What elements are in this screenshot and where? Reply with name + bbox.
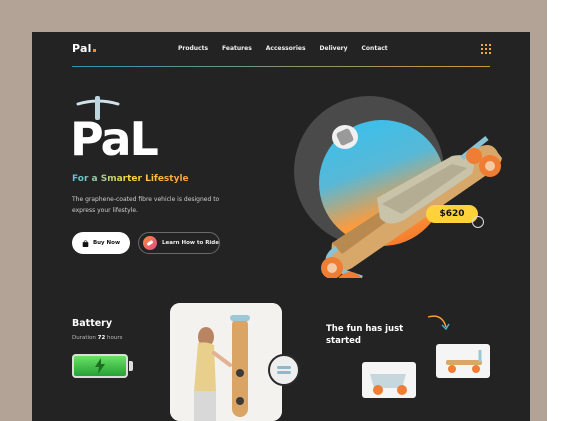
remote-control-thumb[interactable] <box>332 125 358 149</box>
logo[interactable]: Pal <box>72 42 96 55</box>
battery-title: Battery <box>72 318 113 329</box>
main-nav: Products Features Accessories Delivery C… <box>178 45 402 52</box>
hero-title: PaL <box>70 112 159 166</box>
hero-tagline: For a Smarter Lifestyle <box>72 174 189 184</box>
product-thumb-1[interactable] <box>362 362 416 398</box>
hero-description: The graphene-coated fibre vehicle is des… <box>72 196 220 214</box>
nav-contact[interactable]: Contact <box>362 45 388 52</box>
logo-dot <box>92 49 96 52</box>
nav-features[interactable]: Features <box>222 45 252 52</box>
header-divider <box>72 66 490 67</box>
menu-grid-icon[interactable] <box>481 44 491 54</box>
buy-now-button[interactable]: Buy Now <box>72 232 130 254</box>
promo-text: The fun has just started <box>326 324 404 346</box>
landing-page: Pal Products Features Accessories Delive… <box>32 32 530 421</box>
lifestyle-photo[interactable] <box>170 303 282 421</box>
battery-cap <box>129 361 133 371</box>
nav-delivery[interactable]: Delivery <box>320 45 348 52</box>
lightning-icon <box>95 358 105 374</box>
person-with-board-image <box>170 303 282 421</box>
product-thumb-2[interactable] <box>436 344 490 378</box>
accessory-thumb[interactable] <box>268 354 300 386</box>
curved-arrow-icon <box>427 315 450 331</box>
price-tag-loop <box>472 216 484 228</box>
bag-icon <box>82 239 89 247</box>
price-tag: $620 <box>426 205 478 223</box>
nav-accessories[interactable]: Accessories <box>266 45 306 52</box>
learn-ride-button[interactable]: Learn How to Ride <box>138 232 220 254</box>
nav-products[interactable]: Products <box>178 45 208 52</box>
battery-duration: Duration 72 hours <box>72 335 123 341</box>
learn-ride-label: Learn How to Ride <box>162 240 219 246</box>
buy-now-label: Buy Now <box>92 240 121 246</box>
board-icon <box>143 236 157 250</box>
